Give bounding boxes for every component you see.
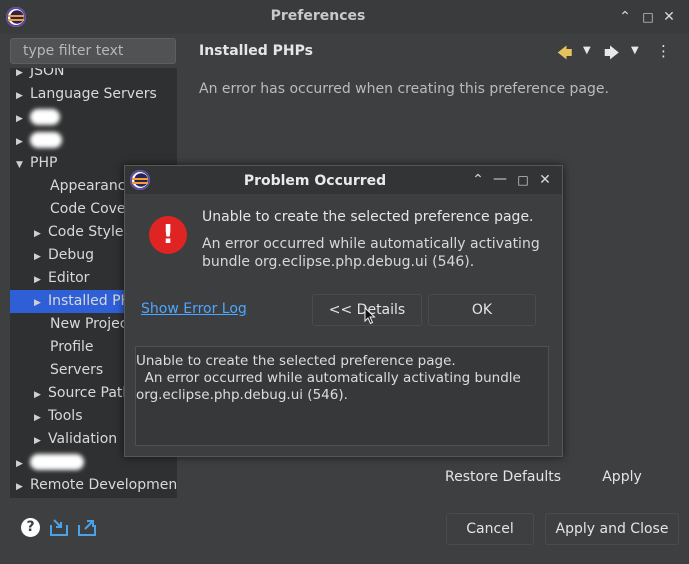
ok-button[interactable]: OK [428, 294, 536, 326]
dialog-message-line-2: bundle org.eclipse.php.debug.ui (546). [202, 254, 475, 270]
apply-and-close-button[interactable]: Apply and Close [545, 513, 679, 545]
page-error-message: An error has occurred when creating this… [199, 81, 609, 97]
forward-menu-chevron-icon[interactable]: ▼ [631, 45, 639, 56]
dialog-minimize-icon[interactable]: — [491, 170, 509, 188]
expand-arrow-icon[interactable]: ▶ [34, 292, 48, 315]
expand-arrow-icon[interactable]: ▶ [16, 131, 30, 154]
tree-item-appearance[interactable]: Appearance [50, 175, 134, 198]
details-text-area[interactable]: Unable to create the selected preference… [135, 346, 549, 446]
expand-arrow-icon[interactable]: ▶ [16, 85, 30, 108]
details-line-1: Unable to create the selected preference… [136, 353, 456, 369]
tree-item-source-path[interactable]: ▶ Source Path [34, 382, 131, 405]
redacted-label [30, 132, 62, 148]
tree-item-json[interactable]: ▶ JSON [16, 68, 65, 83]
dialog-heading: Unable to create the selected preference… [202, 209, 534, 225]
error-icon: ! [149, 216, 187, 254]
maximize-window-icon[interactable]: □ [639, 8, 657, 26]
dialog-message-line-1: An error occurred while automatically ac… [202, 236, 540, 252]
back-arrow-icon[interactable]: 🡄 [557, 43, 573, 68]
back-menu-chevron-icon[interactable]: ▼ [583, 45, 591, 56]
expand-arrow-icon[interactable]: ▶ [16, 476, 30, 498]
details-line-3: org.eclipse.php.debug.ui (546). [136, 387, 348, 403]
more-menu-icon[interactable]: ⋮ [656, 42, 671, 60]
tree-item-redacted[interactable]: ▶ [16, 451, 84, 474]
expand-arrow-icon[interactable]: ▶ [34, 223, 48, 246]
expand-arrow-icon[interactable]: ▶ [34, 269, 48, 292]
problem-dialog: Problem Occurred ⌃ — □ ✕ ! Unable to cre… [124, 165, 563, 457]
close-window-icon[interactable]: ✕ [660, 8, 678, 26]
details-line-2: An error occurred while automatically ac… [136, 370, 521, 386]
dialog-close-icon[interactable]: ✕ [536, 171, 554, 189]
dialog-title: Problem Occurred [243, 173, 387, 189]
expand-arrow-icon[interactable]: ▶ [16, 108, 30, 131]
apply-button[interactable]: Apply [576, 462, 668, 492]
tree-item-debug[interactable]: ▶ Debug [34, 244, 94, 267]
tree-item-remote-development[interactable]: ▶ Remote Development [16, 474, 177, 497]
tree-item-new-project[interactable]: New Projec [50, 313, 127, 336]
collapse-arrow-icon[interactable]: ▼ [16, 154, 30, 177]
tree-item-profile[interactable]: Profile [50, 336, 94, 359]
tree-item-validation[interactable]: ▶ Validation [34, 428, 117, 451]
redacted-label [30, 454, 84, 470]
expand-arrow-icon[interactable]: ▶ [34, 246, 48, 269]
expand-arrow-icon[interactable]: ▶ [34, 430, 48, 453]
page-title: Installed PHPs [199, 43, 313, 59]
export-icon[interactable] [76, 516, 98, 538]
tree-item-code-style[interactable]: ▶ Code Style [34, 221, 123, 244]
cancel-button[interactable]: Cancel [446, 513, 534, 545]
forward-arrow-icon[interactable]: 🡆 [604, 43, 620, 68]
tree-item-redacted[interactable]: ▶ [16, 129, 62, 152]
filter-input[interactable] [10, 38, 176, 64]
tree-item-language-servers[interactable]: ▶ Language Servers [16, 83, 157, 106]
dialog-collapse-icon[interactable]: ⌃ [469, 171, 487, 189]
dialog-maximize-icon[interactable]: □ [514, 171, 532, 189]
tree-item-php[interactable]: ▼ PHP [16, 152, 57, 175]
import-icon[interactable] [48, 516, 70, 538]
help-icon[interactable]: ? [21, 518, 40, 537]
window-title: Preferences [270, 8, 366, 24]
tree-item-code-coverage[interactable]: Code Cover [50, 198, 131, 221]
collapse-window-icon[interactable]: ⌃ [616, 8, 634, 26]
tree-item-servers[interactable]: Servers [50, 359, 103, 382]
show-error-log-link[interactable]: Show Error Log [141, 301, 247, 317]
expand-arrow-icon[interactable]: ▶ [34, 384, 48, 407]
redacted-label [30, 109, 60, 125]
mouse-cursor-icon [364, 307, 376, 325]
tree-item-redacted[interactable]: ▶ [16, 106, 60, 129]
expand-arrow-icon[interactable]: ▶ [34, 407, 48, 430]
tree-item-tools[interactable]: ▶ Tools [34, 405, 83, 428]
tree-item-editor[interactable]: ▶ Editor [34, 267, 89, 290]
restore-defaults-button[interactable]: Restore Defaults [444, 462, 562, 492]
expand-arrow-icon[interactable]: ▶ [16, 453, 30, 476]
